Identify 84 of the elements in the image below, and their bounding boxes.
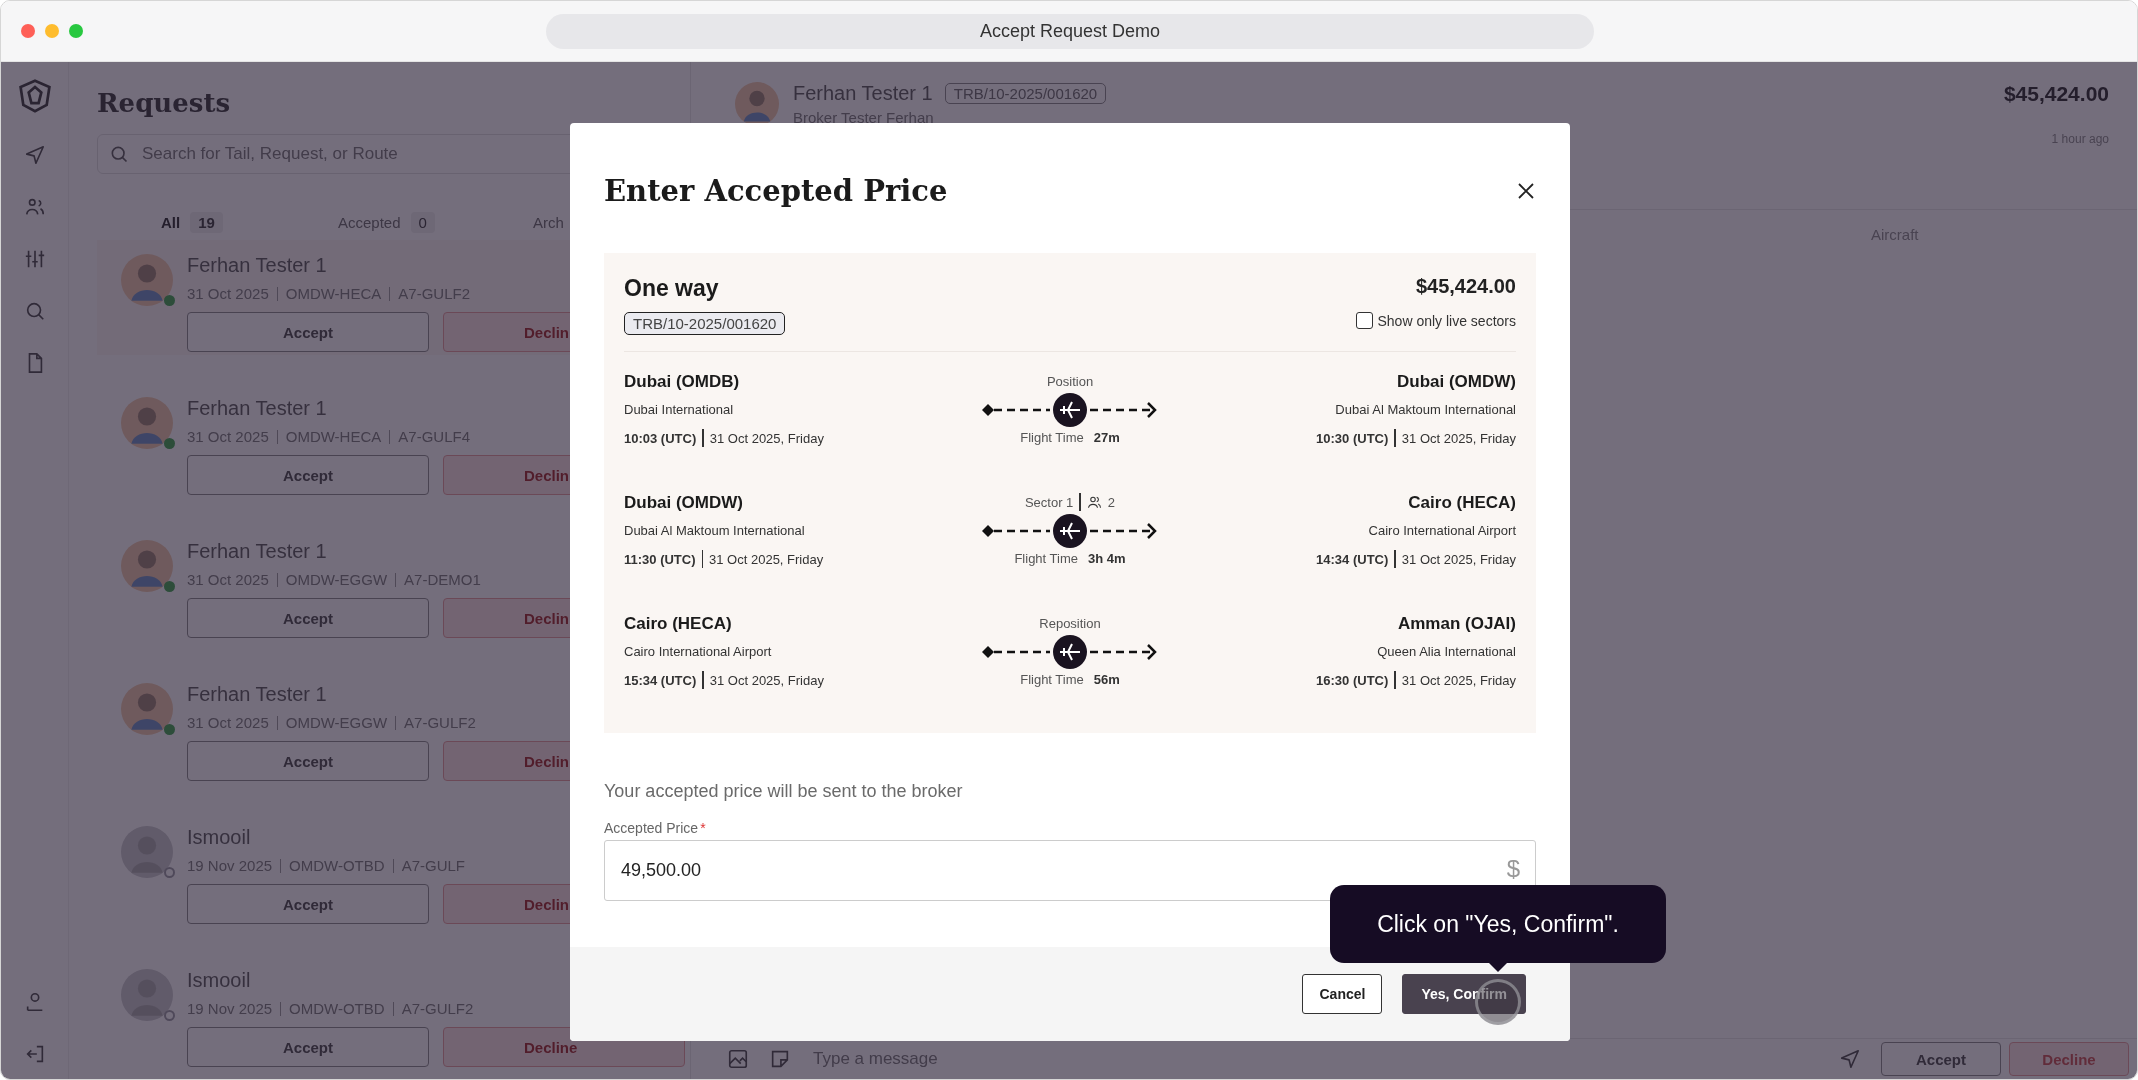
leg-type: Position	[1046, 373, 1094, 389]
arrival-airport: Dubai Al Maktoum International	[1335, 402, 1516, 417]
flight-time: 3h 4m	[1088, 551, 1126, 566]
accept-button[interactable]: Accept	[187, 884, 429, 924]
required-mark: *	[700, 820, 706, 836]
avatar	[121, 540, 173, 592]
accept-button[interactable]: Accept	[187, 455, 429, 495]
avatar	[121, 683, 173, 735]
accept-button[interactable]: Accept	[187, 1027, 429, 1067]
departure-airport: Dubai Al Maktoum International	[624, 523, 806, 538]
request-price: $45,424.00	[2003, 82, 2109, 106]
confirm-button[interactable]: Yes, Confirm	[1402, 974, 1526, 1014]
sliders-icon[interactable]	[23, 248, 46, 270]
departure-date: 31 Oct 2025, Friday	[709, 551, 824, 567]
departure-airport: Dubai International	[624, 402, 735, 417]
requester-name: Ferhan Tester 1	[187, 683, 327, 706]
close-icon[interactable]	[1516, 181, 1536, 201]
arrival-city: Amman (OJAI)	[1397, 614, 1516, 634]
departure-time: 10:03 (UTC)	[624, 430, 697, 446]
accept-button[interactable]: Accept	[187, 312, 429, 352]
flight-time: 56m	[1093, 672, 1120, 687]
arrival-date: 31 Oct 2025, Friday	[1401, 672, 1516, 688]
departure-date: 31 Oct 2025, Friday	[709, 672, 824, 688]
arrival-city: Dubai (OMDW)	[1397, 372, 1516, 392]
arrival-date: 31 Oct 2025, Friday	[1401, 551, 1516, 567]
passenger-count: 2	[1107, 494, 1116, 510]
trip-price: $45,424.00	[1415, 275, 1516, 298]
requester-name: Ferhan Tester 1	[187, 254, 327, 277]
arrival-time: 16:30 (UTC)	[1316, 672, 1389, 688]
requester-name: Ferhan Tester 1	[187, 540, 327, 563]
departure-city: Dubai (OMDB)	[624, 372, 741, 392]
send-icon[interactable]	[23, 144, 46, 166]
passengers-icon	[1086, 494, 1102, 510]
filter-tab[interactable]: All 19	[161, 211, 338, 233]
avatar	[121, 397, 173, 449]
flight-time: 27m	[1093, 430, 1120, 445]
arrival-airport: Cairo International Airport	[1368, 523, 1516, 538]
minimize-window-button[interactable]	[45, 24, 59, 38]
avatar	[121, 254, 173, 306]
checkbox-label: Show only live sectors	[1377, 312, 1516, 329]
close-window-button[interactable]	[21, 24, 35, 38]
arrival-time: 14:34 (UTC)	[1316, 551, 1389, 567]
tooltip: Click on "Yes, Confirm".	[1330, 885, 1666, 963]
panel-title: Requests	[97, 88, 232, 118]
accept-button[interactable]: Accept	[187, 741, 429, 781]
flight-time-label: Flight Time	[1020, 430, 1084, 445]
cancel-button[interactable]: Cancel	[1302, 974, 1383, 1014]
window-title: Accept Request Demo	[546, 14, 1594, 49]
info-text: Your accepted price will be sent to the broker	[604, 781, 964, 802]
departure-time: 15:34 (UTC)	[624, 672, 697, 688]
leg-type: Sector 1	[1024, 494, 1074, 510]
departure-date: 31 Oct 2025, Friday	[709, 430, 824, 446]
sticker-icon[interactable]	[769, 1048, 791, 1070]
broker-name: Ferhan Tester 1	[793, 82, 933, 105]
accept-button[interactable]: Accept	[187, 598, 429, 638]
departure-city: Dubai (OMDW)	[624, 493, 744, 513]
arrival-airport: Queen Alia International	[1377, 644, 1516, 659]
decline-button[interactable]: Decline	[2009, 1042, 2129, 1076]
tooltip-pointer	[1489, 963, 1507, 972]
arrival-time: 10:30 (UTC)	[1316, 430, 1389, 446]
currency-symbol: $	[1506, 855, 1520, 883]
arrival-city: Cairo (HECA)	[1408, 493, 1516, 513]
flight-time-label: Flight Time	[1014, 551, 1078, 566]
requester-name: Ferhan Tester 1	[187, 397, 327, 420]
checkbox[interactable]	[1356, 312, 1374, 329]
avatar	[735, 82, 779, 126]
departure-time: 11:30 (UTC)	[624, 551, 696, 567]
shield-logo-icon	[16, 78, 53, 114]
reference-badge: TRB/10-2025/001620	[624, 312, 786, 335]
dialog-title: Enter Accepted Price	[604, 174, 948, 208]
requester-name: Ismooil	[187, 826, 251, 849]
send-icon[interactable]	[1839, 1048, 1861, 1070]
image-icon[interactable]	[727, 1048, 749, 1070]
arrival-date: 31 Oct 2025, Friday	[1401, 430, 1516, 446]
maximize-window-button[interactable]	[69, 24, 83, 38]
departure-airport: Cairo International Airport	[624, 644, 773, 659]
leg-type: Reposition	[1039, 615, 1101, 631]
search-icon	[109, 144, 129, 164]
flight-time-label: Flight Time	[1020, 672, 1084, 687]
avatar	[121, 826, 173, 878]
requester-name: Ismooil	[187, 969, 251, 992]
avatar	[121, 969, 173, 1021]
field-label: Accepted Price	[604, 820, 699, 836]
accept-button[interactable]: Accept	[1881, 1042, 2001, 1076]
